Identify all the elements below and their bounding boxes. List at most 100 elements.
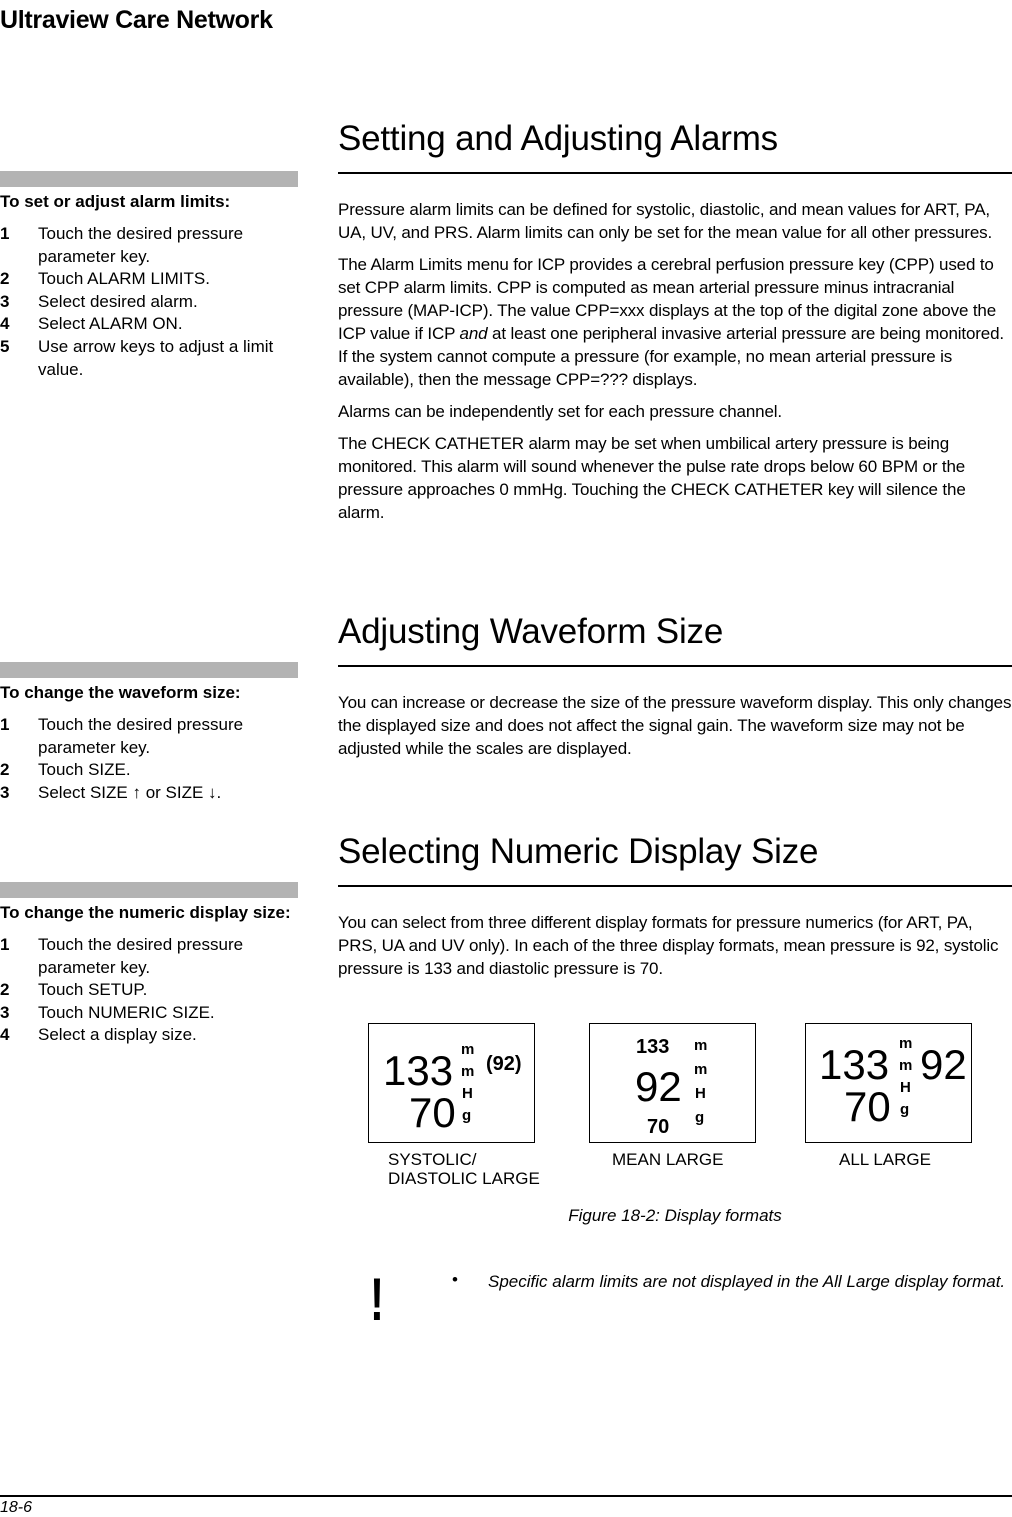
unit-letter: m: [899, 1035, 913, 1052]
procedure-set-alarm-limits: To set or adjust alarm limits: 1 Touch th…: [0, 171, 298, 381]
step-number: 4: [0, 1025, 10, 1045]
step-item: 4 Select a display size.: [0, 1024, 298, 1047]
step-item: 1 Touch the desired pressure parameter ke…: [0, 714, 298, 759]
step-item: 2 Touch ALARM LIMITS.: [0, 268, 298, 291]
procedure-change-numeric-size: To change the numeric display size: 1 Tou…: [0, 882, 298, 1047]
step-text: Touch the desired pressure parameter key…: [38, 935, 244, 977]
unit-letter: g: [900, 1101, 910, 1118]
paragraph: The CHECK CATHETER alarm may be set when…: [338, 434, 966, 522]
procedure-steps: 1 Touch the desired pressure parameter ke…: [0, 223, 298, 381]
heading-rule: [338, 172, 1012, 174]
paragraph: Pressure alarm limits can be defined for…: [338, 200, 993, 242]
format-systolic-diastolic-large: 133 70 m m H g (92): [368, 1023, 535, 1143]
mean-value: 92: [635, 1063, 682, 1110]
procedure-steps: 1 Touch the desired pressure parameter ke…: [0, 934, 298, 1047]
unit-letter: m: [694, 1061, 708, 1078]
diastolic-value: 70: [409, 1089, 456, 1136]
step-number: 3: [0, 291, 10, 311]
emphasis-text: and: [459, 324, 488, 343]
running-head: Ultraview Care Network: [0, 6, 273, 34]
step-item: 1 Touch the desired pressure parameter ke…: [0, 934, 298, 979]
step-number: 2: [0, 760, 10, 780]
unit-letter: m: [461, 1041, 475, 1058]
note-text: Specific alarm limits are not displayed …: [488, 1272, 1006, 1291]
section-numeric-display-size: Selecting Numeric Display Size You can s…: [338, 831, 1012, 989]
unit-letter: H: [900, 1079, 911, 1096]
step-text: Touch the desired pressure parameter key…: [38, 224, 244, 266]
step-item: 4 Select ALARM ON.: [0, 313, 298, 336]
unit-letter: m: [694, 1037, 708, 1054]
step-item: 2 Touch SIZE.: [0, 759, 298, 782]
step-number: 1: [0, 715, 10, 734]
step-number: 4: [0, 314, 10, 334]
procedure-bar: [0, 171, 298, 187]
exclamation-icon: !: [370, 1266, 384, 1333]
heading-rule: [338, 885, 1012, 887]
systolic-value: 133: [819, 1041, 890, 1088]
step-item: 1 Touch the desired pressure parameter ke…: [0, 223, 298, 268]
step-item: 3 Select SIZE ↑ or SIZE ↓.: [0, 782, 298, 805]
step-number: 1: [0, 935, 10, 954]
unit-letter: m: [461, 1063, 475, 1080]
page-number: 18-6: [0, 1499, 33, 1516]
procedure-bar: [0, 662, 298, 678]
step-text: Touch ALARM LIMITS.: [38, 269, 210, 289]
step-number: 2: [0, 269, 10, 289]
step-item: 3 Select desired alarm.: [0, 291, 298, 314]
step-number: 2: [0, 980, 10, 1000]
step-text: Touch the desired pressure parameter key…: [38, 715, 244, 757]
systolic-value: 133: [636, 1036, 670, 1058]
step-text: Select ALARM ON.: [38, 314, 183, 334]
unit-letter: g: [695, 1109, 705, 1126]
diastolic-value: 70: [844, 1083, 891, 1130]
section-heading: Adjusting Waveform Size: [338, 612, 724, 651]
section-heading: Selecting Numeric Display Size: [338, 832, 819, 871]
unit-letter: H: [695, 1085, 706, 1102]
step-item: 5 Use arrow keys to adjust a limit value.: [0, 336, 298, 381]
step-item: 2 Touch SETUP.: [0, 979, 298, 1002]
paragraph: You can increase or decrease the size of…: [338, 693, 1012, 758]
paragraph: The Alarm Limits menu for ICP provides a…: [338, 253, 1012, 391]
step-text: Select a display size.: [38, 1025, 197, 1045]
format-caption: MEAN LARGE: [612, 1150, 724, 1169]
procedure-steps: 1 Touch the desired pressure parameter ke…: [0, 714, 298, 804]
step-text: Touch SETUP.: [38, 980, 148, 1000]
mean-value: 92: [920, 1041, 967, 1088]
paragraph: You can select from three different disp…: [338, 913, 999, 978]
format-mean-large: 133 92 70 m m H g: [589, 1023, 756, 1143]
format-caption: SYSTOLIC/ DIASTOLIC LARGE: [388, 1150, 540, 1188]
unit-letter: H: [462, 1085, 473, 1102]
unit-letter: g: [462, 1107, 472, 1124]
procedure-bar: [0, 882, 298, 898]
step-number: 3: [0, 1002, 10, 1022]
step-text: Select desired alarm.: [38, 291, 198, 311]
footer-rule: [0, 1495, 1012, 1497]
paragraph: Alarms can be independently set for each…: [338, 402, 782, 421]
format-all-large: 133 70 m m H g 92: [805, 1023, 972, 1143]
section-setting-alarms: Setting and Adjusting Alarms Pressure al…: [338, 118, 1012, 533]
section-waveform-size: Adjusting Waveform Size You can increase…: [338, 611, 1012, 769]
caption-line: DIASTOLIC LARGE: [388, 1169, 540, 1188]
caption-line: SYSTOLIC/: [388, 1150, 477, 1169]
systolic-value: 133: [383, 1047, 454, 1094]
procedure-change-waveform-size: To change the waveform size: 1 Touch the …: [0, 662, 298, 804]
step-number: 1: [0, 224, 10, 243]
step-text: Use arrow keys to adjust a limit value.: [38, 336, 274, 379]
procedure-title: To change the waveform size:: [0, 683, 241, 702]
step-number: 3: [0, 782, 10, 802]
step-text: Touch SIZE.: [38, 760, 131, 780]
mean-value: (92): [486, 1053, 522, 1075]
display-formats-figure: 133 70 m m H g (92) SYSTOLIC/ DIASTOLIC …: [368, 1023, 978, 1193]
heading-rule: [338, 665, 1012, 667]
step-number: 5: [0, 336, 10, 356]
unit-letter: m: [899, 1057, 913, 1074]
section-heading: Setting and Adjusting Alarms: [338, 119, 778, 158]
step-item: 3 Touch NUMERIC SIZE.: [0, 1002, 298, 1025]
procedure-title: To change the numeric display size:: [0, 903, 291, 922]
diastolic-value: 70: [647, 1116, 670, 1138]
format-caption: ALL LARGE: [839, 1150, 931, 1169]
procedure-title: To set or adjust alarm limits:: [0, 192, 231, 211]
step-text: Select SIZE ↑ or SIZE ↓.: [38, 782, 222, 802]
step-text: Touch NUMERIC SIZE.: [38, 1002, 215, 1022]
bullet-icon: •: [452, 1270, 458, 1289]
